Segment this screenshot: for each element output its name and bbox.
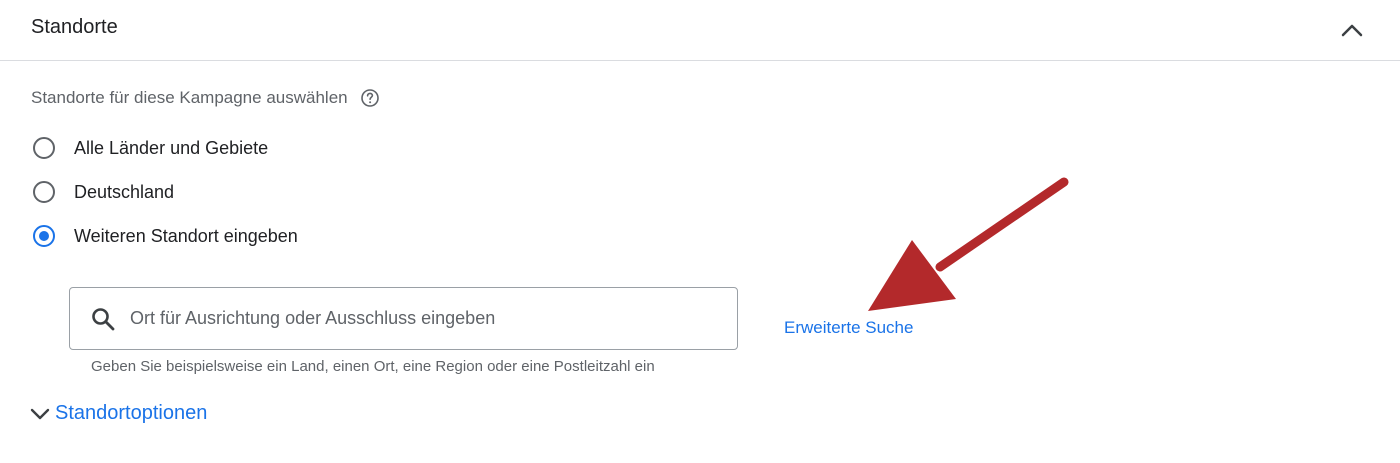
radio-label: Deutschland [74,181,175,202]
search-hint: Geben Sie beispielsweise ein Land, einen… [91,358,655,375]
radio-button[interactable] [33,181,55,203]
advanced-search-link[interactable]: Erweiterte Suche [784,318,913,338]
radio-all-countries[interactable]: Alle Länder und Gebiete [33,137,268,159]
red-arrow-annotation [868,177,1069,311]
chevron-down-icon [30,408,50,419]
radio-other-location[interactable]: Weiteren Standort eingeben [33,225,298,247]
location-search-input[interactable] [128,307,722,330]
section-label-text: Standorte für diese Kampagne auswählen [31,88,348,107]
help-circle-icon[interactable] [360,88,380,108]
panel-title: Standorte [31,16,118,38]
radio-button-selected[interactable] [33,225,55,247]
radio-label: Alle Länder und Gebiete [74,137,269,158]
section-label: Standorte für diese Kampagne auswählen [31,88,380,108]
location-options-label: Standortoptionen [55,402,208,424]
search-icon [92,307,115,330]
location-search-box[interactable] [69,287,738,350]
location-options-toggle[interactable]: Standortoptionen [29,402,207,425]
chevron-up-icon [1341,24,1363,37]
collapse-button[interactable] [1336,14,1368,46]
radio-germany[interactable]: Deutschland [33,181,174,203]
radio-button[interactable] [33,137,55,159]
panel-header[interactable]: Standorte [0,0,1400,61]
radio-label: Weiteren Standort eingeben [74,225,298,246]
locations-panel: Standorte Standorte für diese Kampagne a… [0,0,1400,463]
